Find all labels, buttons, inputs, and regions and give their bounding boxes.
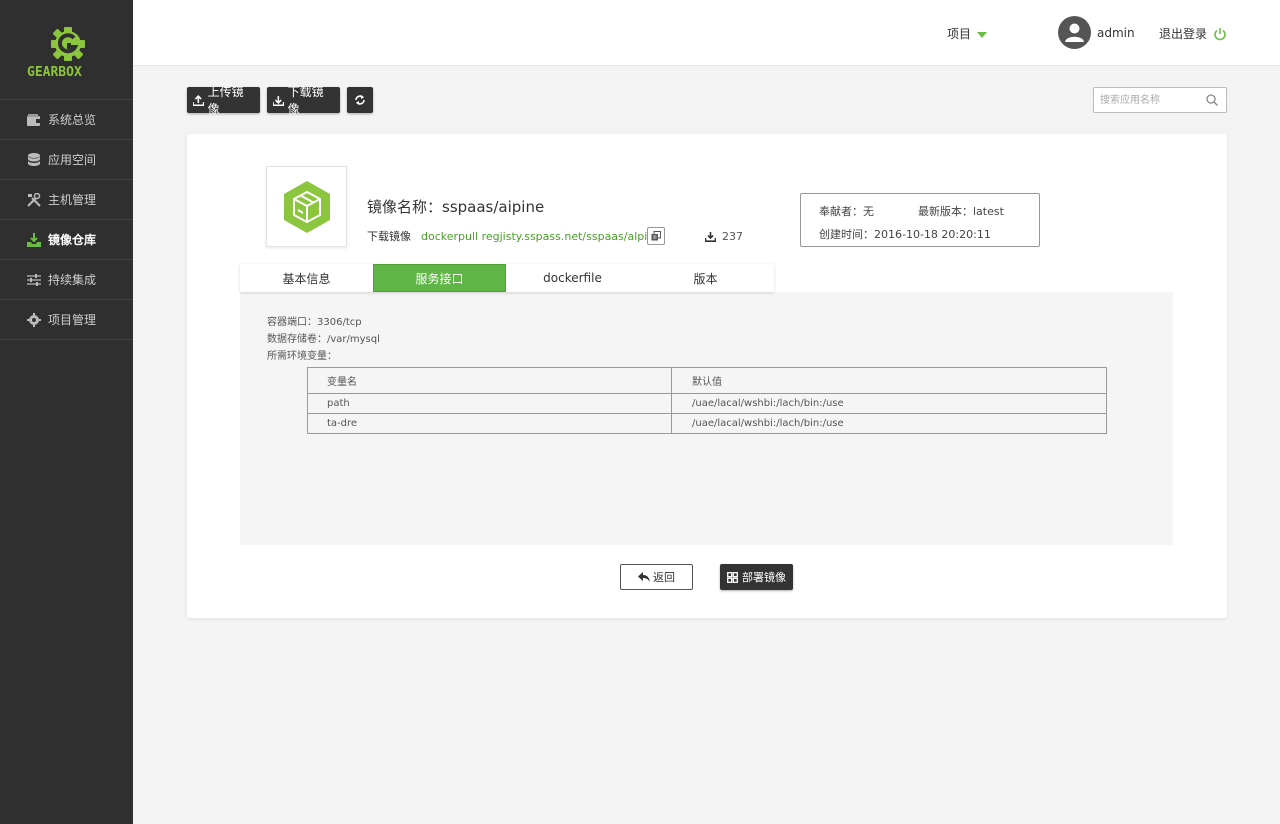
upload-icon bbox=[193, 94, 204, 106]
tab-basic-info[interactable]: 基本信息 bbox=[240, 264, 373, 292]
refresh-icon bbox=[355, 95, 365, 105]
image-title: 镜像名称：sspaas/aipine bbox=[367, 196, 544, 217]
username: admin bbox=[1097, 25, 1135, 40]
search-box bbox=[1093, 87, 1227, 113]
contributor: 奉献者：无 bbox=[819, 205, 874, 218]
image-name: sspaas/aipine bbox=[442, 198, 545, 216]
copy-icon bbox=[651, 231, 661, 241]
container-port: 容器端口：3306/tcp bbox=[267, 317, 362, 328]
env-var-default: /uae/lacal/wshbi:/lach/bin:/use bbox=[671, 413, 1107, 434]
sidebar-item-overview[interactable]: 系统总览 bbox=[0, 100, 133, 140]
database-icon bbox=[26, 152, 42, 168]
sidebar-item-projects[interactable]: 项目管理 bbox=[0, 300, 133, 340]
project-label: 项目 bbox=[947, 27, 972, 41]
latest-version: 最新版本：latest bbox=[918, 205, 1004, 218]
column-header: 变量名 bbox=[307, 367, 672, 394]
back-button[interactable]: 返回 bbox=[620, 564, 693, 590]
sidebar-item-image-repo[interactable]: 镜像仓库 bbox=[0, 220, 133, 260]
pull-command-row: 下载镜像 dockerpull regjisty.sspass.net/sspa… bbox=[367, 228, 652, 244]
copy-button[interactable] bbox=[647, 227, 665, 245]
detail-tabs: 基本信息 服务接口 dockerfile 版本 bbox=[240, 264, 774, 292]
power-icon bbox=[1214, 27, 1226, 40]
tab-versions[interactable]: 版本 bbox=[639, 264, 772, 292]
wallet-icon bbox=[26, 112, 42, 128]
download-icon bbox=[705, 232, 716, 242]
table-header-row: 变量名 默认值 bbox=[307, 367, 1107, 394]
caret-down-icon bbox=[977, 31, 988, 38]
logout-button[interactable]: 退出登录 bbox=[1159, 25, 1227, 42]
table-row: ta-dre /uae/lacal/wshbi:/lach/bin:/use bbox=[307, 413, 1107, 434]
logo[interactable]: GEARBOX bbox=[0, 0, 133, 100]
image-detail-card: 镜像名称：sspaas/aipine 下载镜像 dockerpull regji… bbox=[187, 134, 1227, 618]
download-count-value: 237 bbox=[722, 230, 743, 243]
column-header: 默认值 bbox=[671, 367, 1107, 394]
package-cube-icon bbox=[283, 180, 330, 233]
env-var-default: /uae/lacal/wshbi:/lach/bin:/use bbox=[671, 393, 1107, 414]
upload-image-button[interactable]: 上传镜像 bbox=[187, 85, 260, 116]
sidebar: GEARBOX 系统总览 应用空间 主机管理 镜像仓库 持续集成 项目管理 bbox=[0, 0, 133, 824]
deploy-label: 部署镜像 bbox=[742, 571, 786, 584]
user-icon bbox=[1065, 23, 1084, 42]
data-volume: 数据存储卷：/var/mysql bbox=[267, 334, 380, 345]
service-interface-panel: 容器端口：3306/tcp 数据存储卷：/var/mysql 所需环境变量： 变… bbox=[240, 292, 1173, 545]
logout-label: 退出登录 bbox=[1159, 27, 1208, 41]
sidebar-item-label: 系统总览 bbox=[48, 113, 97, 127]
env-var-name: ta-dre bbox=[307, 413, 672, 434]
download-icon bbox=[273, 95, 284, 106]
back-label: 返回 bbox=[653, 571, 675, 584]
tab-dockerfile[interactable]: dockerfile bbox=[506, 264, 639, 292]
deploy-image-button[interactable]: 部署镜像 bbox=[720, 564, 793, 590]
sidebar-item-label: 持续集成 bbox=[48, 273, 97, 287]
env-vars-table: 变量名 默认值 path /uae/lacal/wshbi:/lach/bin:… bbox=[307, 367, 1107, 434]
gear-logo-icon bbox=[51, 27, 85, 61]
logo-text: GEARBOX bbox=[27, 65, 82, 80]
user-menu[interactable]: admin bbox=[1058, 16, 1135, 49]
download-label: 下载镜像 bbox=[287, 85, 324, 116]
search-icon[interactable] bbox=[1206, 94, 1218, 106]
table-row: path /uae/lacal/wshbi:/lach/bin:/use bbox=[307, 393, 1107, 414]
gear-icon bbox=[26, 312, 42, 328]
image-name-label: 镜像名称： bbox=[367, 198, 443, 216]
download-tray-icon bbox=[26, 232, 42, 248]
pull-label: 下载镜像 bbox=[367, 230, 411, 243]
image-thumbnail bbox=[266, 166, 347, 247]
grid-icon bbox=[727, 571, 738, 583]
created-time: 创建时间：2016-10-18 20:20:11 bbox=[819, 228, 991, 241]
project-dropdown[interactable]: 项目 bbox=[947, 25, 988, 42]
reply-arrow-icon bbox=[638, 572, 650, 582]
sidebar-item-hosts[interactable]: 主机管理 bbox=[0, 180, 133, 220]
upload-label: 上传镜像 bbox=[207, 85, 244, 116]
avatar bbox=[1058, 16, 1091, 49]
top-header: 项目 admin 退出登录 bbox=[133, 0, 1280, 66]
image-meta-box: 奉献者：无 最新版本：latest 创建时间：2016-10-18 20:20:… bbox=[800, 193, 1040, 247]
download-count: 237 bbox=[705, 230, 743, 243]
sliders-icon bbox=[26, 272, 42, 288]
sidebar-item-label: 应用空间 bbox=[48, 153, 97, 167]
env-vars-label: 所需环境变量： bbox=[267, 351, 337, 362]
sidebar-item-app-space[interactable]: 应用空间 bbox=[0, 140, 133, 180]
tools-icon bbox=[26, 192, 42, 208]
sidebar-item-label: 项目管理 bbox=[48, 313, 97, 327]
tab-service-interface[interactable]: 服务接口 bbox=[373, 264, 506, 292]
sidebar-item-ci[interactable]: 持续集成 bbox=[0, 260, 133, 300]
env-var-name: path bbox=[307, 393, 672, 414]
sidebar-item-label: 主机管理 bbox=[48, 193, 97, 207]
download-image-button[interactable]: 下载镜像 bbox=[267, 85, 340, 116]
search-input[interactable] bbox=[1094, 88, 1194, 113]
sidebar-item-label: 镜像仓库 bbox=[48, 233, 97, 247]
pull-command[interactable]: dockerpull regjisty.sspass.net/sspaas/al… bbox=[421, 230, 652, 243]
refresh-button[interactable] bbox=[347, 87, 373, 113]
